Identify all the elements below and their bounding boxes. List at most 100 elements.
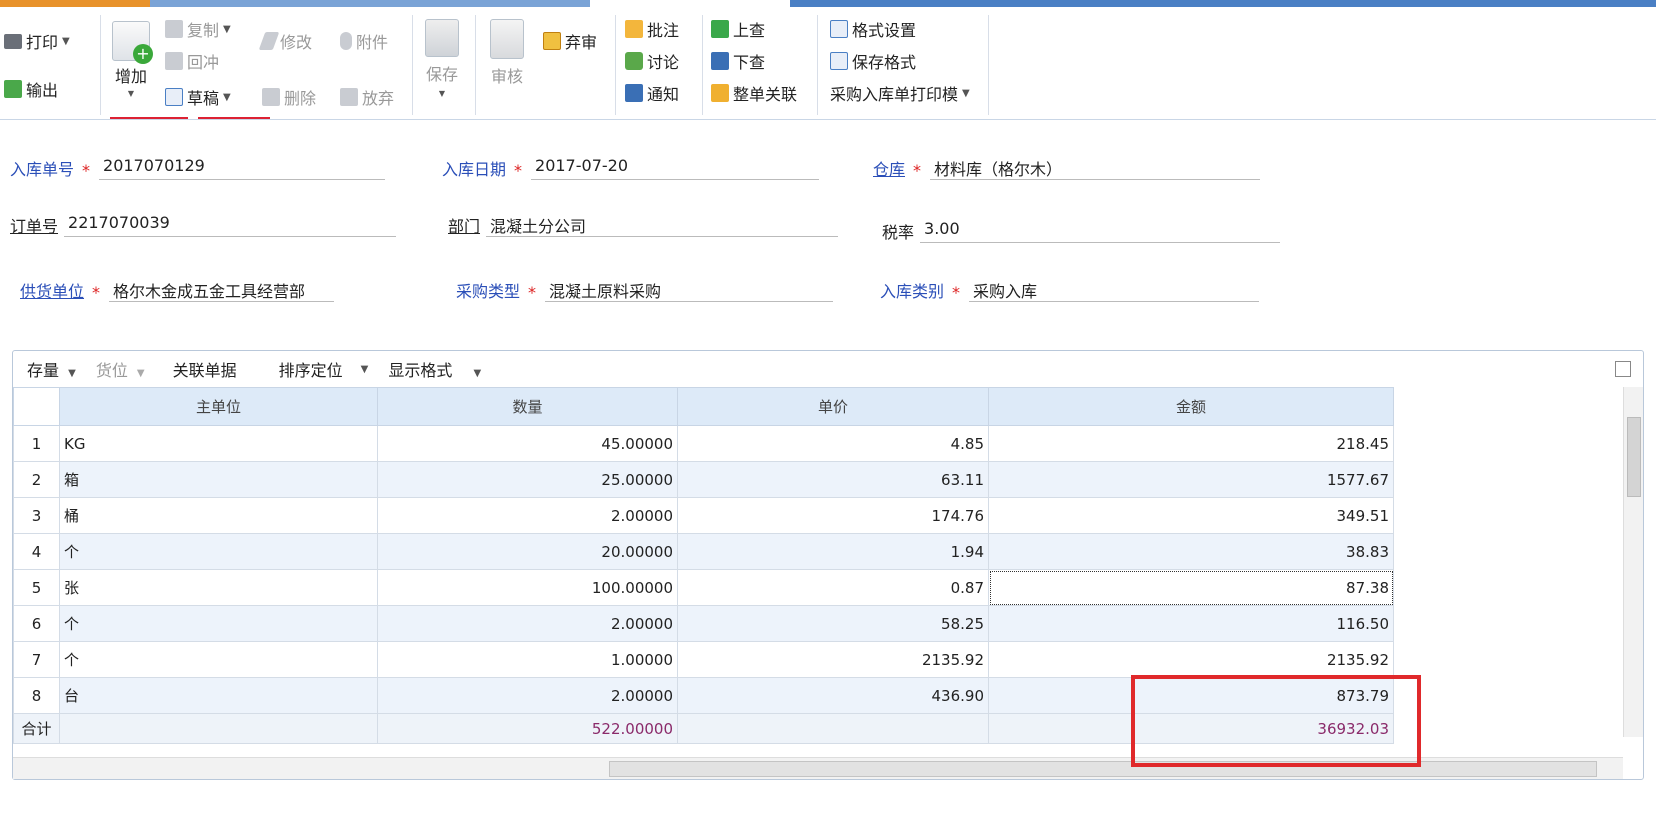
- lookup-up-button[interactable]: 上查: [711, 17, 765, 41]
- table-row[interactable]: 5 张 100.00000 0.87 87.38: [13, 569, 1394, 606]
- cell-amount[interactable]: 116.50: [988, 605, 1394, 642]
- cell-unit[interactable]: KG: [59, 425, 378, 462]
- attach-button[interactable]: 附件: [340, 29, 388, 53]
- cell-unit[interactable]: 箱: [59, 461, 378, 498]
- receipt-header-form: 入库单号 * 2017070129 入库日期 * 2017-07-20 仓库 *…: [0, 120, 1656, 340]
- cell-amount[interactable]: 1577.67: [988, 461, 1394, 498]
- save-button[interactable]: 保存 ▼: [425, 19, 459, 98]
- expand-icon[interactable]: [1615, 361, 1631, 377]
- warehouse-label[interactable]: 仓库: [873, 156, 905, 180]
- display-format-menu[interactable]: 显示格式 ▼: [388, 357, 485, 381]
- scrollbar-thumb[interactable]: [1627, 417, 1641, 497]
- table-row[interactable]: 7 个 1.00000 2135.92 2135.92: [13, 641, 1394, 678]
- cell-unit[interactable]: 台: [59, 677, 378, 714]
- cell-qty[interactable]: 2.00000: [377, 677, 678, 714]
- whole-link-button[interactable]: 整单关联: [711, 81, 797, 105]
- cell-price[interactable]: 58.25: [677, 605, 989, 642]
- copy-button[interactable]: 复制 ▼: [165, 17, 231, 41]
- offset-label: 回冲: [187, 53, 220, 72]
- receipt-type-input[interactable]: 采购入库: [969, 278, 1260, 302]
- cell-price[interactable]: 4.85: [677, 425, 989, 462]
- tax-rate-input[interactable]: 3.00: [920, 219, 1281, 243]
- warehouse-input[interactable]: 材料库（格尔木）: [930, 156, 1261, 180]
- delete-icon: [262, 88, 280, 106]
- related-docs-button[interactable]: 关联单据: [173, 357, 237, 381]
- print-template-select[interactable]: 采购入库单打印模 ▼: [830, 81, 970, 105]
- row-index: 8: [13, 677, 60, 714]
- cell-price[interactable]: 0.87: [677, 569, 989, 606]
- save-format-button[interactable]: 保存格式: [830, 49, 916, 73]
- lookup-down-button[interactable]: 下查: [711, 49, 765, 73]
- red-highlight-annotation: [1131, 675, 1421, 767]
- offset-button[interactable]: 回冲: [165, 49, 219, 73]
- cell-unit[interactable]: 桶: [59, 497, 378, 534]
- cell-qty[interactable]: 2.00000: [377, 497, 678, 534]
- cell-qty[interactable]: 2.00000: [377, 605, 678, 642]
- cell-qty[interactable]: 20.00000: [377, 533, 678, 570]
- order-no-input[interactable]: 2217070039: [64, 213, 397, 237]
- location-menu[interactable]: 货位 ▼: [96, 357, 149, 381]
- cell-qty[interactable]: 25.00000: [377, 461, 678, 498]
- draft-button[interactable]: 草稿 ▼: [165, 85, 231, 109]
- cell-amount[interactable]: 218.45: [988, 425, 1394, 462]
- audit-button[interactable]: 审核: [490, 19, 524, 87]
- lookup-down-label: 下查: [733, 53, 766, 72]
- cell-amount-selected[interactable]: 87.38: [988, 569, 1394, 606]
- caret-down-icon[interactable]: ▼: [361, 364, 369, 375]
- toolbar-divider: [702, 15, 703, 115]
- print-button[interactable]: 打印 ▼: [4, 29, 70, 53]
- cell-amount[interactable]: 38.83: [988, 533, 1394, 570]
- caret-down-icon: ▼: [68, 368, 76, 379]
- cell-qty[interactable]: 45.00000: [377, 425, 678, 462]
- cell-unit[interactable]: 张: [59, 569, 378, 606]
- column-header-price[interactable]: 单价: [677, 387, 989, 426]
- save-format-label: 保存格式: [852, 53, 917, 72]
- annotate-button[interactable]: 批注: [625, 17, 679, 41]
- receipt-no-input[interactable]: 2017070129: [99, 156, 386, 180]
- discuss-button[interactable]: 讨论: [625, 49, 679, 73]
- cell-price[interactable]: 63.11: [677, 461, 989, 498]
- cell-amount[interactable]: 2135.92: [988, 641, 1394, 678]
- cell-unit[interactable]: 个: [59, 533, 378, 570]
- stock-menu[interactable]: 存量 ▼: [27, 357, 80, 381]
- cell-price[interactable]: 2135.92: [677, 641, 989, 678]
- export-button[interactable]: 输出: [4, 77, 58, 101]
- table-row[interactable]: 1 KG 45.00000 4.85 218.45: [13, 425, 1394, 462]
- vertical-scrollbar[interactable]: [1623, 387, 1643, 737]
- sort-locate-button[interactable]: 排序定位: [279, 357, 343, 381]
- delete-button[interactable]: 删除: [262, 85, 316, 109]
- column-header-unit[interactable]: 主单位: [59, 387, 378, 426]
- cell-amount[interactable]: 349.51: [988, 497, 1394, 534]
- cell-price[interactable]: 174.76: [677, 497, 989, 534]
- cell-unit[interactable]: 个: [59, 641, 378, 678]
- cell-qty[interactable]: 100.00000: [377, 569, 678, 606]
- row-index: 4: [13, 533, 60, 570]
- supplier-input[interactable]: 格尔木金成五金工具经营部: [109, 278, 335, 302]
- column-header-qty[interactable]: 数量: [377, 387, 678, 426]
- supplier-label[interactable]: 供货单位: [20, 278, 84, 302]
- cell-qty[interactable]: 1.00000: [377, 641, 678, 678]
- abandon-button[interactable]: 放弃: [340, 85, 394, 109]
- department-label[interactable]: 部门: [448, 213, 480, 237]
- location-label: 货位: [95, 361, 128, 380]
- reject-audit-button[interactable]: 弃审: [543, 29, 597, 53]
- order-no-label[interactable]: 订单号: [10, 213, 58, 237]
- table-row[interactable]: 3 桶 2.00000 174.76 349.51: [13, 497, 1394, 534]
- table-row[interactable]: 2 箱 25.00000 63.11 1577.67: [13, 461, 1394, 498]
- cell-unit[interactable]: 个: [59, 605, 378, 642]
- department-input[interactable]: 混凝土分公司: [486, 213, 839, 237]
- notify-button[interactable]: 通知: [625, 81, 679, 105]
- format-settings-button[interactable]: 格式设置: [830, 17, 916, 41]
- add-button[interactable]: + 增加 ▼: [112, 21, 153, 98]
- table-row[interactable]: 4 个 20.00000 1.94 38.83: [13, 533, 1394, 570]
- purchase-type-input[interactable]: 混凝土原料采购: [545, 278, 834, 302]
- tax-rate-label: 税率: [882, 223, 915, 242]
- column-header-amount[interactable]: 金额: [988, 387, 1394, 426]
- scrollbar-thumb[interactable]: [609, 761, 1597, 777]
- cell-price[interactable]: 436.90: [677, 677, 989, 714]
- receipt-date-input[interactable]: 2017-07-20: [531, 156, 820, 180]
- table-row[interactable]: 6 个 2.00000 58.25 116.50: [13, 605, 1394, 642]
- cell-price[interactable]: 1.94: [677, 533, 989, 570]
- modify-button[interactable]: 修改: [258, 29, 312, 53]
- clipboard-icon: [490, 19, 524, 59]
